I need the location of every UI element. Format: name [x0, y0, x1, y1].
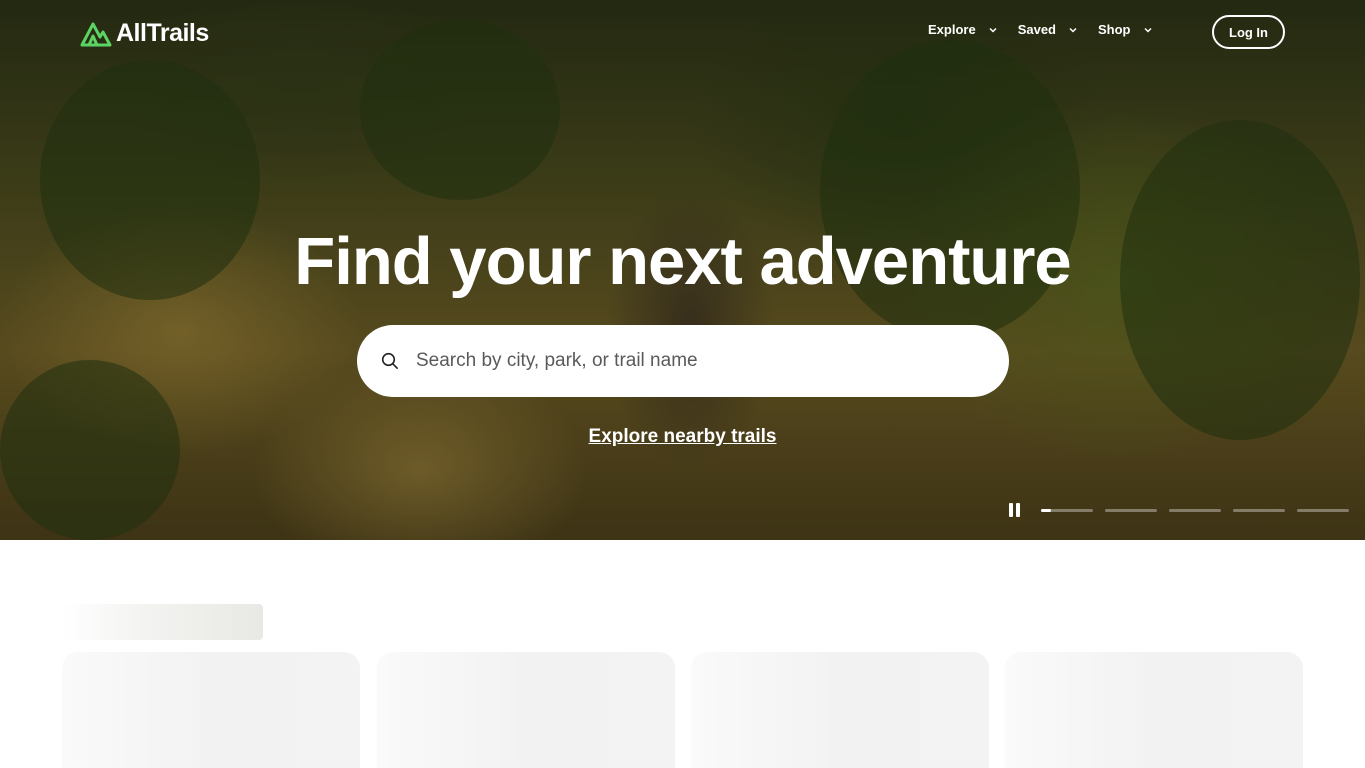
- chevron-down-icon: [1069, 27, 1077, 33]
- main-nav: Explore Saved Shop: [928, 22, 1173, 37]
- chevron-down-icon: [1143, 27, 1152, 33]
- hero-headline: Find your next adventure: [294, 224, 1071, 299]
- slide-progress-3[interactable]: [1169, 509, 1221, 512]
- slide-progress-4[interactable]: [1233, 509, 1285, 512]
- alltrails-logo[interactable]: AllTrails: [80, 19, 209, 48]
- nav-saved-label: Saved: [1017, 22, 1056, 37]
- nav-explore-label: Explore: [928, 22, 976, 37]
- search-icon: [381, 352, 398, 369]
- login-button[interactable]: Log In: [1212, 15, 1285, 49]
- slide-progress-1[interactable]: [1041, 509, 1093, 512]
- alltrails-mountain-icon: [80, 22, 112, 46]
- nav-shop[interactable]: Shop: [1098, 22, 1153, 37]
- logo-text: AllTrails: [116, 19, 209, 47]
- slide-progress-5[interactable]: [1297, 509, 1349, 512]
- skeleton-card: [62, 652, 360, 768]
- skeleton-heading: [62, 604, 263, 640]
- hero-section: AllTrails Explore Saved Shop Log In Find…: [0, 0, 1365, 540]
- slide-progress-2[interactable]: [1105, 509, 1157, 512]
- nav-shop-label: Shop: [1098, 22, 1131, 37]
- skeleton-card: [1005, 652, 1303, 768]
- chevron-down-icon: [989, 27, 997, 33]
- explore-nearby-link[interactable]: Explore nearby trails: [0, 426, 1365, 448]
- nav-saved[interactable]: Saved: [1018, 22, 1078, 37]
- skeleton-card: [691, 652, 989, 768]
- pause-icon[interactable]: [1008, 503, 1022, 517]
- nav-explore[interactable]: Explore: [928, 22, 998, 37]
- search-bar[interactable]: [357, 325, 1009, 397]
- search-input[interactable]: [416, 345, 976, 377]
- skeleton-card: [377, 652, 675, 768]
